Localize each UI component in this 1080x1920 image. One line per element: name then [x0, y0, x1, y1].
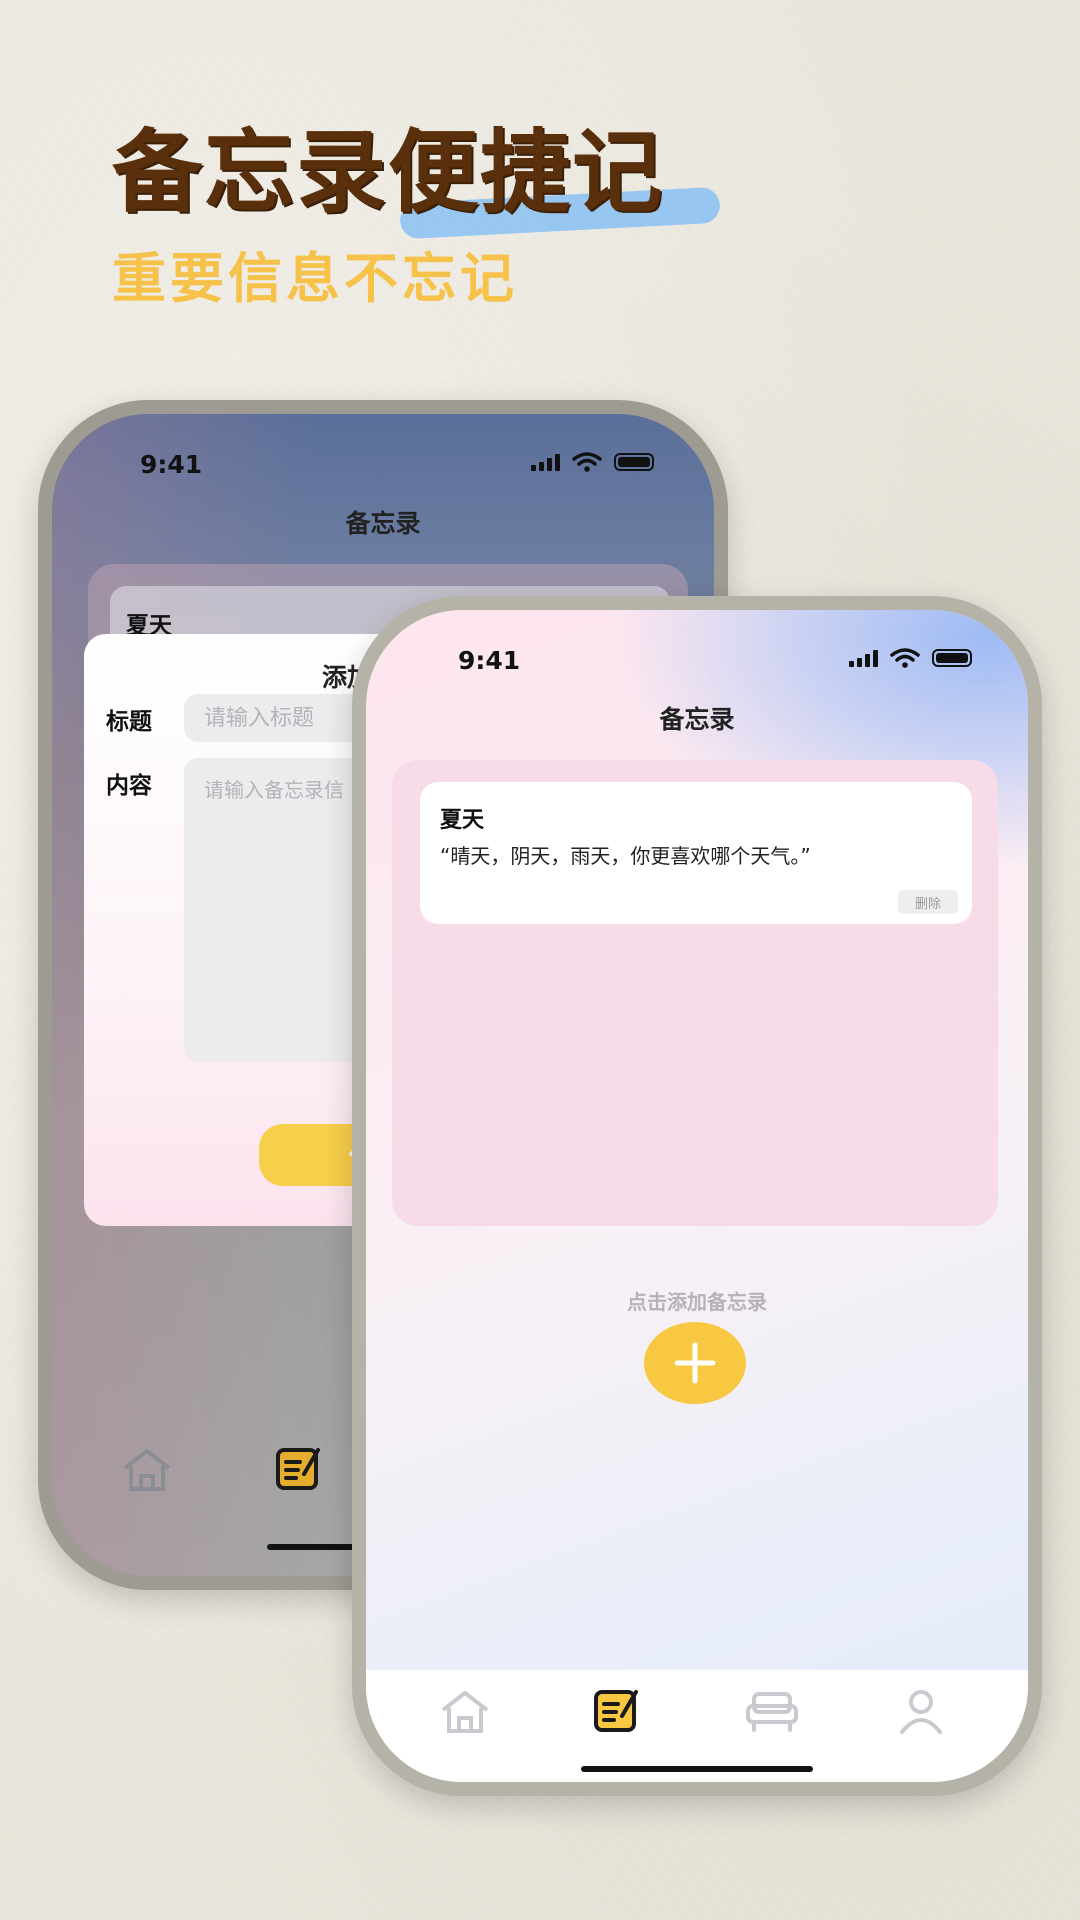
home-icon[interactable] — [438, 1688, 492, 1736]
status-time: 9:41 — [458, 646, 521, 675]
note-icon[interactable] — [274, 1444, 324, 1494]
tab-bar — [366, 1670, 1028, 1782]
nav-title: 备忘录 — [345, 509, 421, 538]
note-title: 夏天 — [440, 808, 485, 833]
status-icons — [849, 648, 972, 668]
profile-icon[interactable] — [896, 1686, 946, 1736]
plus-icon — [674, 1342, 716, 1384]
promo-headline: 备忘录便捷记 — [112, 120, 664, 225]
note-body: “晴天，阴天，雨天，你更喜欢哪个天气。” — [440, 844, 811, 868]
battery-icon — [614, 453, 654, 471]
home-indicator — [581, 1766, 813, 1772]
delete-button[interactable]: 删除 — [898, 890, 958, 914]
signal-icon — [531, 453, 560, 471]
battery-icon — [932, 649, 972, 667]
add-hint-text: 点击添加备忘录 — [627, 1290, 767, 1314]
signal-icon — [849, 649, 878, 667]
front-phone-screen: 9:41 备忘录 夏天 “晴天，阴天，雨天，你更喜欢哪个天气。” 删除 点击添加… — [366, 610, 1028, 1782]
content-label: 内容 — [106, 773, 152, 799]
sofa-icon[interactable] — [744, 1688, 800, 1734]
wifi-icon — [890, 648, 920, 668]
front-phone-frame: 9:41 备忘录 夏天 “晴天，阴天，雨天，你更喜欢哪个天气。” 删除 点击添加… — [352, 596, 1042, 1796]
title-label: 标题 — [106, 709, 152, 735]
promo-subheadline: 重要信息不忘记 — [112, 247, 518, 310]
nav-title: 备忘录 — [659, 705, 735, 734]
wifi-icon — [572, 452, 602, 472]
status-icons — [531, 452, 654, 472]
add-note-button[interactable] — [644, 1322, 746, 1404]
note-icon[interactable] — [592, 1686, 642, 1736]
status-time: 9:41 — [140, 450, 203, 479]
home-icon[interactable] — [120, 1446, 174, 1494]
note-card[interactable]: 夏天 “晴天，阴天，雨天，你更喜欢哪个天气。” 删除 — [420, 782, 972, 924]
